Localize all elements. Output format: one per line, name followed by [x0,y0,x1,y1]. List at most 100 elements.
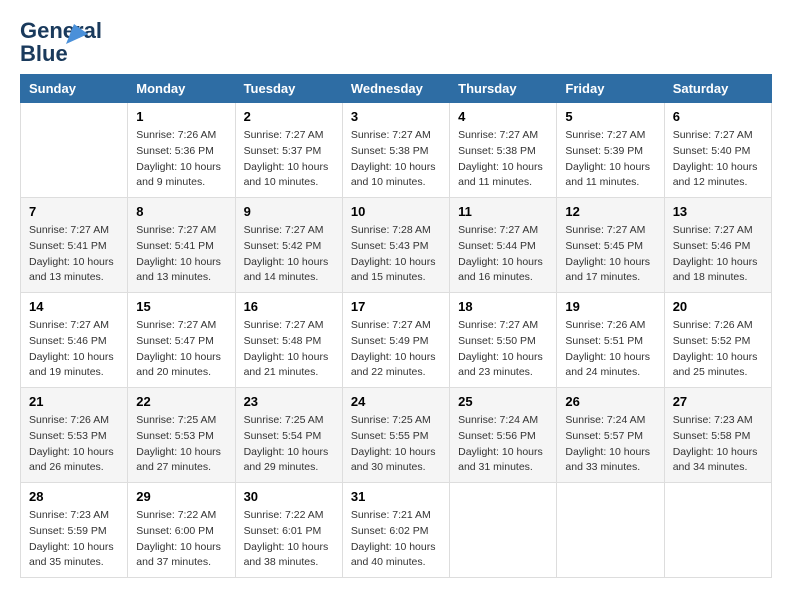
calendar-cell: 17 Sunrise: 7:27 AM Sunset: 5:49 PM Dayli… [342,293,449,388]
day-number: 31 [351,489,441,504]
day-number: 9 [244,204,334,219]
day-info: Sunrise: 7:27 AM Sunset: 5:39 PM Dayligh… [565,128,655,191]
calendar-cell: 14 Sunrise: 7:27 AM Sunset: 5:46 PM Dayli… [21,293,128,388]
day-number: 18 [458,299,548,314]
calendar-cell: 22Sunrise: 7:25 AM Sunset: 5:53 PM Dayli… [128,388,235,483]
calendar-cell: 9 Sunrise: 7:27 AM Sunset: 5:42 PM Daylig… [235,198,342,293]
day-number: 6 [673,109,763,124]
day-info: Sunrise: 7:22 AM Sunset: 6:01 PM Dayligh… [244,508,334,571]
calendar-week-row: 1 Sunrise: 7:26 AM Sunset: 5:36 PM Daylig… [21,103,772,198]
day-info: Sunrise: 7:27 AM Sunset: 5:38 PM Dayligh… [351,128,441,191]
day-info: Sunrise: 7:27 AM Sunset: 5:45 PM Dayligh… [565,223,655,286]
day-info: Sunrise: 7:26 AM Sunset: 5:51 PM Dayligh… [565,318,655,381]
day-number: 4 [458,109,548,124]
column-header-wednesday: Wednesday [342,75,449,103]
day-info: Sunrise: 7:27 AM Sunset: 5:46 PM Dayligh… [29,318,119,381]
day-info: Sunrise: 7:27 AM Sunset: 5:41 PM Dayligh… [136,223,226,286]
calendar-header-row: SundayMondayTuesdayWednesdayThursdayFrid… [21,75,772,103]
day-info: Sunrise: 7:27 AM Sunset: 5:50 PM Dayligh… [458,318,548,381]
day-number: 19 [565,299,655,314]
calendar-week-row: 28 Sunrise: 7:23 AM Sunset: 5:59 PM Dayli… [21,483,772,578]
calendar-cell: 6 Sunrise: 7:27 AM Sunset: 5:40 PM Daylig… [664,103,771,198]
calendar-cell: 11 Sunrise: 7:27 AM Sunset: 5:44 PM Dayli… [450,198,557,293]
column-header-sunday: Sunday [21,75,128,103]
day-info: Sunrise: 7:27 AM Sunset: 5:49 PM Dayligh… [351,318,441,381]
column-header-thursday: Thursday [450,75,557,103]
calendar-cell: 18 Sunrise: 7:27 AM Sunset: 5:50 PM Dayli… [450,293,557,388]
calendar-cell: 25 Sunrise: 7:24 AM Sunset: 5:56 PM Dayli… [450,388,557,483]
day-info: Sunrise: 7:27 AM Sunset: 5:46 PM Dayligh… [673,223,763,286]
day-info: Sunrise: 7:24 AM Sunset: 5:56 PM Dayligh… [458,413,548,476]
calendar-cell [557,483,664,578]
day-number: 26 [565,394,655,409]
day-info: Sunrise: 7:23 AM Sunset: 5:59 PM Dayligh… [29,508,119,571]
calendar-week-row: 21 Sunrise: 7:26 AM Sunset: 5:53 PM Dayli… [21,388,772,483]
day-info: Sunrise: 7:26 AM Sunset: 5:53 PM Dayligh… [29,413,119,476]
day-number: 24 [351,394,441,409]
day-info: Sunrise: 7:24 AM Sunset: 5:57 PM Dayligh… [565,413,655,476]
calendar-cell: 13 Sunrise: 7:27 AM Sunset: 5:46 PM Dayli… [664,198,771,293]
day-number: 1 [136,109,226,124]
calendar-cell: 15 Sunrise: 7:27 AM Sunset: 5:47 PM Dayli… [128,293,235,388]
day-info: Sunrise: 7:27 AM Sunset: 5:38 PM Dayligh… [458,128,548,191]
day-number: 14 [29,299,119,314]
calendar-cell: 21 Sunrise: 7:26 AM Sunset: 5:53 PM Dayli… [21,388,128,483]
day-number: 15 [136,299,226,314]
calendar-cell: 30 Sunrise: 7:22 AM Sunset: 6:01 PM Dayli… [235,483,342,578]
day-number: 25 [458,394,548,409]
calendar-cell: 26 Sunrise: 7:24 AM Sunset: 5:57 PM Dayli… [557,388,664,483]
day-number: 3 [351,109,441,124]
calendar-cell: 29Sunrise: 7:22 AM Sunset: 6:00 PM Dayli… [128,483,235,578]
calendar-cell: 10 Sunrise: 7:28 AM Sunset: 5:43 PM Dayli… [342,198,449,293]
calendar-week-row: 7 Sunrise: 7:27 AM Sunset: 5:41 PM Daylig… [21,198,772,293]
calendar-cell: 31Sunrise: 7:21 AM Sunset: 6:02 PM Dayli… [342,483,449,578]
column-header-monday: Monday [128,75,235,103]
calendar-cell: 8 Sunrise: 7:27 AM Sunset: 5:41 PM Daylig… [128,198,235,293]
column-header-tuesday: Tuesday [235,75,342,103]
day-number: 12 [565,204,655,219]
day-number: 21 [29,394,119,409]
calendar-cell [21,103,128,198]
day-info: Sunrise: 7:25 AM Sunset: 5:55 PM Dayligh… [351,413,441,476]
calendar-cell: 16Sunrise: 7:27 AM Sunset: 5:48 PM Dayli… [235,293,342,388]
calendar-cell: 12 Sunrise: 7:27 AM Sunset: 5:45 PM Dayli… [557,198,664,293]
day-number: 5 [565,109,655,124]
day-number: 22 [136,394,226,409]
calendar-cell [450,483,557,578]
page-header: General Blue [20,20,772,64]
day-number: 8 [136,204,226,219]
day-info: Sunrise: 7:27 AM Sunset: 5:42 PM Dayligh… [244,223,334,286]
day-number: 20 [673,299,763,314]
day-number: 17 [351,299,441,314]
day-info: Sunrise: 7:27 AM Sunset: 5:48 PM Dayligh… [244,318,334,381]
calendar-cell: 24 Sunrise: 7:25 AM Sunset: 5:55 PM Dayli… [342,388,449,483]
calendar-cell: 23Sunrise: 7:25 AM Sunset: 5:54 PM Dayli… [235,388,342,483]
column-header-saturday: Saturday [664,75,771,103]
calendar-cell: 28 Sunrise: 7:23 AM Sunset: 5:59 PM Dayli… [21,483,128,578]
day-number: 10 [351,204,441,219]
day-info: Sunrise: 7:28 AM Sunset: 5:43 PM Dayligh… [351,223,441,286]
column-header-friday: Friday [557,75,664,103]
day-number: 30 [244,489,334,504]
day-info: Sunrise: 7:26 AM Sunset: 5:36 PM Dayligh… [136,128,226,191]
logo: General Blue [20,20,80,64]
calendar-cell: 4 Sunrise: 7:27 AM Sunset: 5:38 PM Daylig… [450,103,557,198]
calendar-cell: 3 Sunrise: 7:27 AM Sunset: 5:38 PM Daylig… [342,103,449,198]
calendar-week-row: 14 Sunrise: 7:27 AM Sunset: 5:46 PM Dayli… [21,293,772,388]
calendar-cell: 7Sunrise: 7:27 AM Sunset: 5:41 PM Daylig… [21,198,128,293]
day-info: Sunrise: 7:27 AM Sunset: 5:37 PM Dayligh… [244,128,334,191]
day-number: 29 [136,489,226,504]
calendar-cell: 1 Sunrise: 7:26 AM Sunset: 5:36 PM Daylig… [128,103,235,198]
day-info: Sunrise: 7:27 AM Sunset: 5:47 PM Dayligh… [136,318,226,381]
calendar-cell [664,483,771,578]
day-number: 28 [29,489,119,504]
day-number: 27 [673,394,763,409]
day-number: 7 [29,204,119,219]
calendar-table: SundayMondayTuesdayWednesdayThursdayFrid… [20,74,772,578]
day-number: 11 [458,204,548,219]
day-info: Sunrise: 7:25 AM Sunset: 5:54 PM Dayligh… [244,413,334,476]
calendar-cell: 19 Sunrise: 7:26 AM Sunset: 5:51 PM Dayli… [557,293,664,388]
day-number: 13 [673,204,763,219]
day-info: Sunrise: 7:27 AM Sunset: 5:40 PM Dayligh… [673,128,763,191]
day-info: Sunrise: 7:27 AM Sunset: 5:44 PM Dayligh… [458,223,548,286]
